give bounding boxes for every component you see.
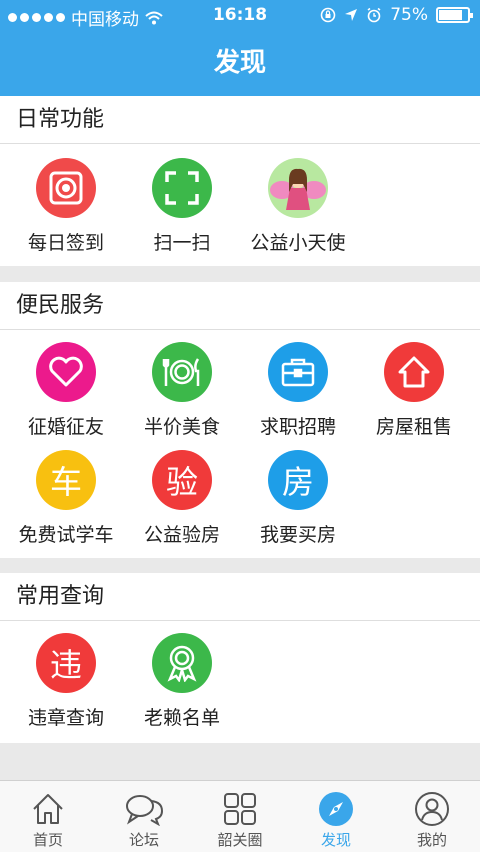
tab-forum[interactable]: 论坛	[96, 781, 192, 852]
section-title: 日常功能	[0, 96, 480, 144]
item-label: 求职招聘	[259, 416, 336, 438]
inspect-char-icon: 验	[152, 450, 212, 510]
job-recruitment-button[interactable]: 求职招聘	[238, 342, 358, 439]
compass-icon	[288, 791, 384, 827]
tab-discover[interactable]: 发现	[288, 781, 384, 852]
item-label: 房屋租售	[375, 416, 452, 438]
scan-button[interactable]: 扫一扫	[122, 158, 242, 255]
tab-bar: 首页 论坛 韶关圈 发现 我的	[0, 780, 480, 852]
item-label: 半价美食	[143, 416, 220, 438]
tab-label: 我的	[416, 831, 447, 849]
item-label: 老赖名单	[143, 707, 220, 729]
battery-percent: 75%	[390, 5, 428, 25]
tab-label: 论坛	[128, 831, 159, 849]
charity-house-inspection-button[interactable]: 验 公益验房	[122, 450, 242, 547]
tab-shaoguan-circle[interactable]: 韶关圈	[192, 781, 288, 852]
tab-home[interactable]: 首页	[0, 781, 96, 852]
briefcase-icon	[268, 342, 328, 402]
section-convenience-services: 便民服务 征婚征友 半价美食 求职招聘 房屋租售 车 免费试学车 验 公益验房 …	[0, 282, 480, 558]
violation-char-icon: 违	[36, 633, 96, 693]
daily-checkin-button[interactable]: 每日签到	[6, 158, 126, 255]
battery-icon	[436, 7, 473, 23]
matchmaking-button[interactable]: 征婚征友	[6, 342, 126, 439]
house-char-icon: 房	[268, 450, 328, 510]
page-title: 发现	[0, 32, 480, 96]
rotation-lock-icon	[320, 7, 336, 23]
item-label: 我要买房	[259, 524, 336, 546]
section-title: 常用查询	[0, 573, 480, 621]
tab-me[interactable]: 我的	[384, 781, 480, 852]
house-icon	[384, 342, 444, 402]
angel-avatar-icon	[268, 158, 328, 218]
tab-label: 韶关圈	[217, 831, 263, 849]
defaulter-list-button[interactable]: 老赖名单	[122, 633, 242, 730]
chat-bubbles-icon	[96, 791, 192, 827]
heart-icon	[36, 342, 96, 402]
grid-icon	[192, 791, 288, 827]
section-daily-functions: 日常功能 每日签到 扫一扫 公益小天使	[0, 96, 480, 266]
item-label: 每日签到	[27, 232, 104, 254]
status-bar: 中国移动 16:18 75%	[0, 0, 480, 32]
violation-query-button[interactable]: 违 违章查询	[6, 633, 126, 730]
house-rental-sale-button[interactable]: 房屋租售	[354, 342, 474, 439]
item-label: 公益验房	[143, 524, 220, 546]
speaker-icon	[36, 158, 96, 218]
item-label: 违章查询	[27, 707, 104, 729]
item-label: 免费试学车	[18, 524, 114, 546]
car-char-icon: 车	[36, 450, 96, 510]
tab-label: 首页	[32, 831, 63, 849]
tab-label: 发现	[320, 831, 351, 849]
item-label: 征婚征友	[27, 416, 104, 438]
dining-icon	[152, 342, 212, 402]
home-icon	[0, 791, 96, 827]
award-badge-icon	[152, 633, 212, 693]
user-icon	[384, 791, 480, 827]
section-common-queries: 常用查询 违 违章查询 老赖名单	[0, 573, 480, 743]
alarm-icon	[367, 7, 381, 23]
buy-house-button[interactable]: 房 我要买房	[238, 450, 358, 547]
free-driving-trial-button[interactable]: 车 免费试学车	[6, 450, 126, 547]
half-price-food-button[interactable]: 半价美食	[122, 342, 242, 439]
scan-icon	[152, 158, 212, 218]
item-label: 扫一扫	[153, 232, 211, 254]
location-arrow-icon	[345, 9, 358, 21]
charity-angel-button[interactable]: 公益小天使	[238, 158, 358, 255]
item-label: 公益小天使	[250, 232, 346, 254]
section-title: 便民服务	[0, 282, 480, 330]
